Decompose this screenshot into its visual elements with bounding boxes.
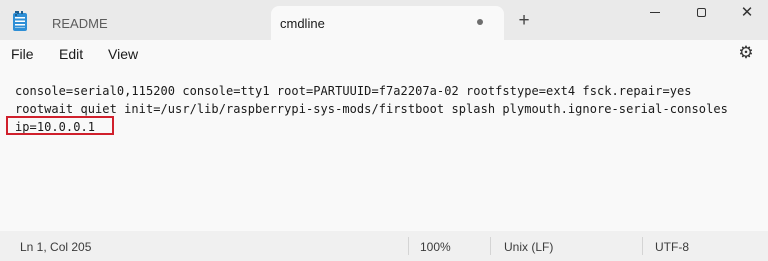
status-divider [490, 237, 491, 255]
encoding: UTF-8 [655, 240, 689, 254]
minimize-icon [650, 11, 660, 13]
maximize-button[interactable] [678, 0, 724, 24]
tab-readme[interactable]: README [0, 6, 270, 40]
menu-edit[interactable]: Edit [59, 46, 83, 62]
notepad-icon [13, 11, 27, 31]
title-bar: README cmdline + ✕ [0, 0, 768, 40]
line-ending: Unix (LF) [504, 240, 554, 254]
tab-readme-label: README [52, 15, 108, 31]
zoom-level: 100% [420, 240, 451, 254]
text-editor[interactable]: console=serial0,115200 console=tty1 root… [0, 70, 768, 231]
close-icon: ✕ [740, 3, 754, 21]
new-tab-button[interactable]: + [514, 11, 534, 31]
menu-bar: File Edit View ⚙ [0, 40, 768, 70]
close-button[interactable]: ✕ [724, 0, 768, 24]
highlight-box [6, 116, 114, 135]
minimize-button[interactable] [632, 0, 678, 24]
status-bar: Ln 1, Col 205 100% Unix (LF) UTF-8 [0, 231, 768, 261]
unsaved-dot-icon[interactable] [477, 19, 483, 25]
menu-view[interactable]: View [108, 46, 138, 62]
status-divider [642, 237, 643, 255]
gear-icon[interactable]: ⚙ [737, 44, 755, 62]
cursor-position: Ln 1, Col 205 [20, 240, 92, 254]
maximize-icon [696, 7, 706, 17]
tab-cmdline[interactable]: cmdline [271, 6, 504, 40]
tab-cmdline-label: cmdline [280, 15, 325, 31]
menu-file[interactable]: File [11, 46, 34, 62]
editor-line-1: console=serial0,115200 console=tty1 root… [15, 84, 692, 98]
status-divider [408, 237, 409, 255]
editor-line-2: rootwait quiet init=/usr/lib/raspberrypi… [15, 102, 728, 116]
